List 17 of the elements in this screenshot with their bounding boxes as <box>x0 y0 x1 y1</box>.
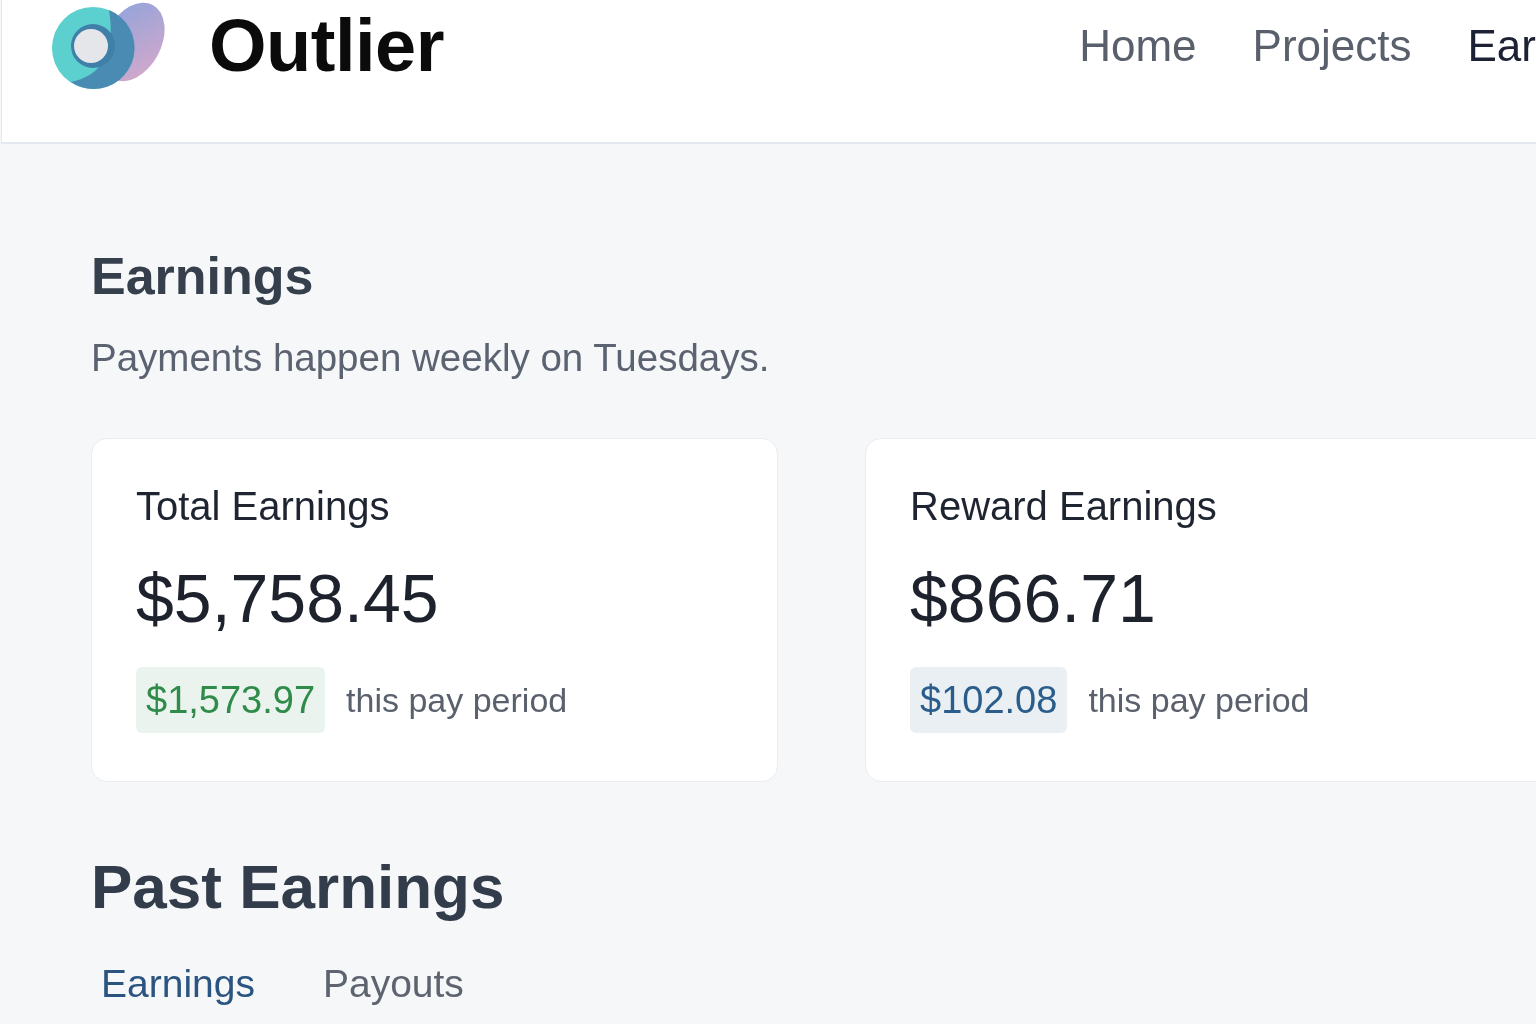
amount-value: $866.71 <box>910 560 1157 636</box>
amount-value: $5,758.45 <box>136 560 440 636</box>
period-label: this pay period <box>1088 680 1310 721</box>
tab[interactable]: Earnings <box>91 961 265 1007</box>
nav-link[interactable]: Projects <box>1252 20 1412 72</box>
tab[interactable]: Payouts <box>312 961 474 1007</box>
logo-text: Outlier <box>209 9 444 83</box>
period-amount: $1,573.97 <box>136 667 326 733</box>
card-title: Total Earnings <box>136 483 391 529</box>
period-amount: $102.08 <box>910 667 1068 733</box>
card-title: Reward Earnings <box>910 483 1218 529</box>
page-subtitle: Payments happen weekly on Tuesdays. <box>91 336 771 380</box>
page-title: Earnings <box>91 246 315 307</box>
nav-link[interactable]: Home <box>1079 20 1197 72</box>
nav-link[interactable]: Ear <box>1467 20 1536 72</box>
section-title: Past Earnings <box>91 851 506 923</box>
period-label: this pay period <box>346 680 568 721</box>
